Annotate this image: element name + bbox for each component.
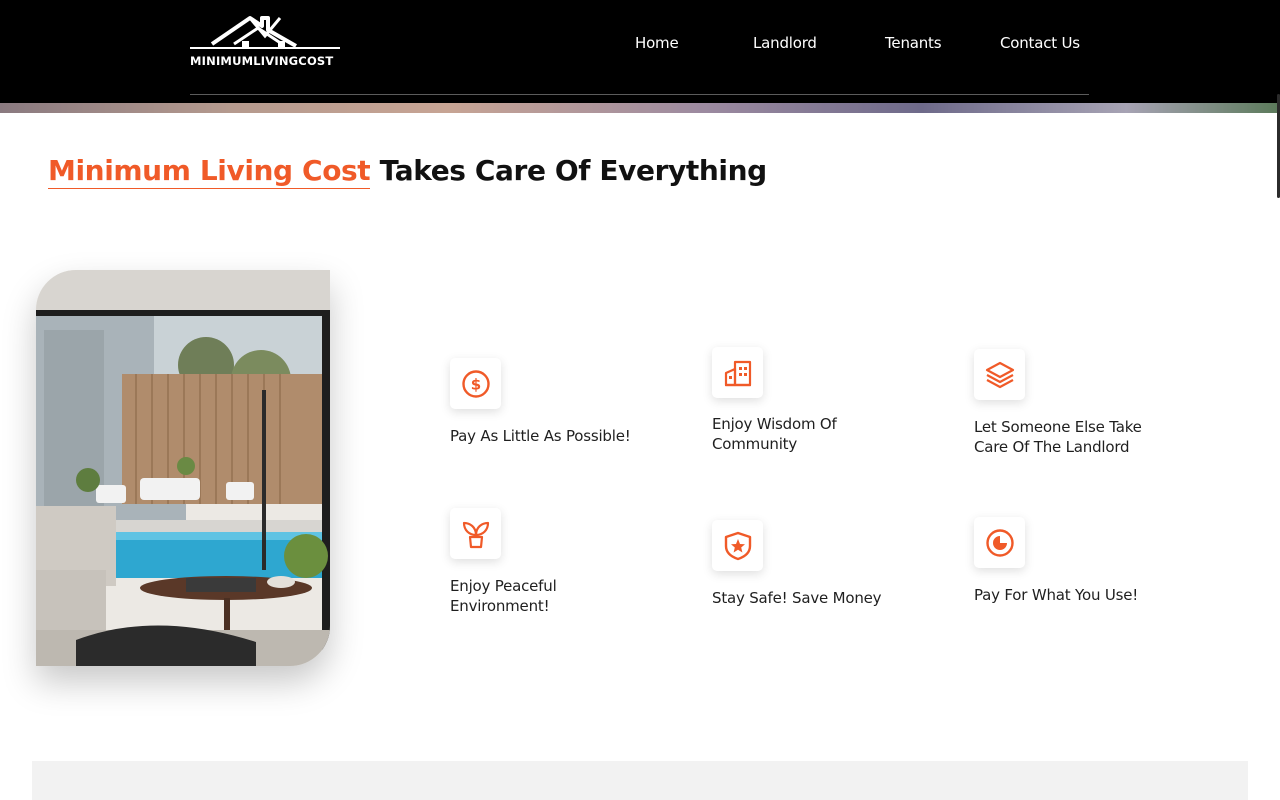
meter-icon <box>985 528 1014 557</box>
layers-icon <box>985 361 1014 388</box>
dollar-circle-icon: $ <box>461 369 490 398</box>
headline-accent: Minimum Living Cost <box>48 154 371 189</box>
feature-label-pay-use: Pay For What You Use! <box>974 586 1139 604</box>
feature-label-pay-little: Pay As Little As Possible! <box>450 427 631 445</box>
next-section-band <box>32 761 1248 800</box>
feature-icon-box-peaceful <box>450 508 501 559</box>
section-headline: Minimum Living Cost Takes Care Of Everyt… <box>48 154 768 189</box>
feature-icon-box-pay-use <box>974 517 1025 568</box>
feature-icon-box-pay-little: $ <box>450 358 501 409</box>
nav-tenants[interactable]: Tenants <box>885 34 942 52</box>
feature-icon-box-wisdom <box>712 347 763 398</box>
nav-home[interactable]: Home <box>635 34 679 52</box>
main-nav: Home Landlord Tenants Contact Us <box>0 34 1280 54</box>
header-divider <box>190 94 1089 95</box>
feature-label-peaceful: Enjoy Peaceful Environment! <box>450 577 557 615</box>
nav-contact-us[interactable]: Contact Us <box>1000 34 1080 52</box>
headline-rest: Takes Care Of Everything <box>379 154 768 187</box>
feature-label-landlord: Let Someone Else Take Care Of The Landlo… <box>974 418 1142 456</box>
svg-text:$: $ <box>470 375 480 393</box>
nav-landlord[interactable]: Landlord <box>753 34 817 52</box>
logo-wordmark: MINIMUMLIVINGCOST <box>190 54 334 68</box>
feature-icon-box-landlord <box>974 349 1025 400</box>
shield-star-icon <box>724 531 751 560</box>
feature-icon-box-stay-safe <box>712 520 763 571</box>
pool-patio-photo <box>36 270 330 666</box>
feature-label-wisdom: Enjoy Wisdom Of Community <box>712 415 837 453</box>
site-header: MINIMUMLIVINGCOST Home Landlord Tenants … <box>0 0 1280 103</box>
feature-label-stay-safe: Stay Safe! Save Money <box>712 589 882 607</box>
buildings-icon <box>724 360 751 386</box>
plant-icon <box>462 521 489 548</box>
